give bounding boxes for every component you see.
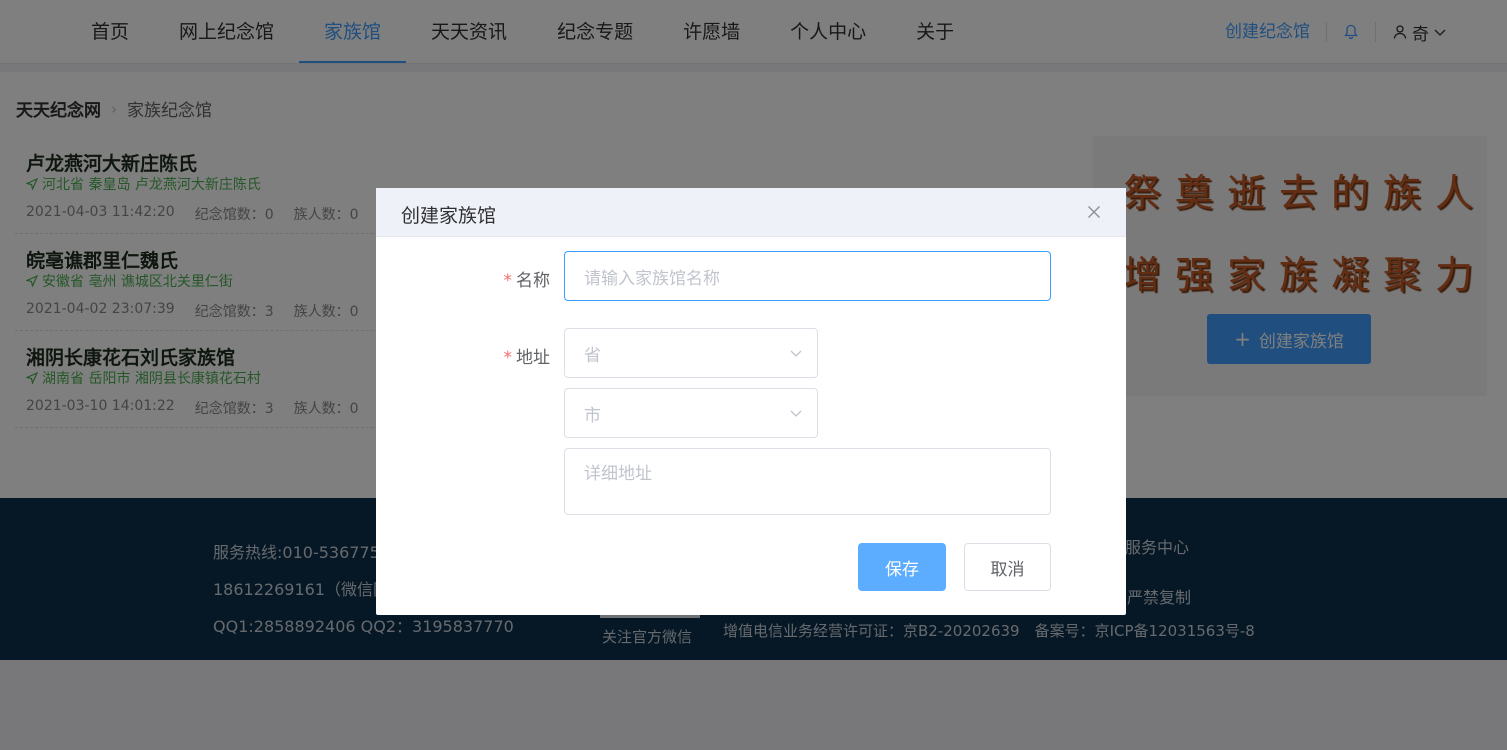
- city-select[interactable]: 市: [564, 388, 818, 438]
- name-input[interactable]: 请输入家族馆名称: [564, 251, 1051, 301]
- province-select[interactable]: 省: [564, 328, 818, 378]
- dialog-title: 创建家族馆: [401, 205, 497, 227]
- name-label: * 名称: [503, 271, 551, 291]
- create-family-hall-dialog: 创建家族馆 * 名称 请输入家族馆名称 * 地址 省 市 详细地址 保存 取消: [376, 188, 1126, 615]
- detail-address-textarea[interactable]: 详细地址: [564, 448, 1051, 515]
- chevron-down-icon: [790, 410, 802, 417]
- address-label: * 地址: [503, 348, 551, 368]
- close-icon: [1087, 205, 1101, 219]
- dialog-close-button[interactable]: [1084, 202, 1104, 222]
- cancel-button[interactable]: 取消: [964, 543, 1051, 591]
- chevron-down-icon: [790, 350, 802, 357]
- save-button[interactable]: 保存: [858, 543, 946, 591]
- dialog-header: 创建家族馆: [376, 188, 1126, 237]
